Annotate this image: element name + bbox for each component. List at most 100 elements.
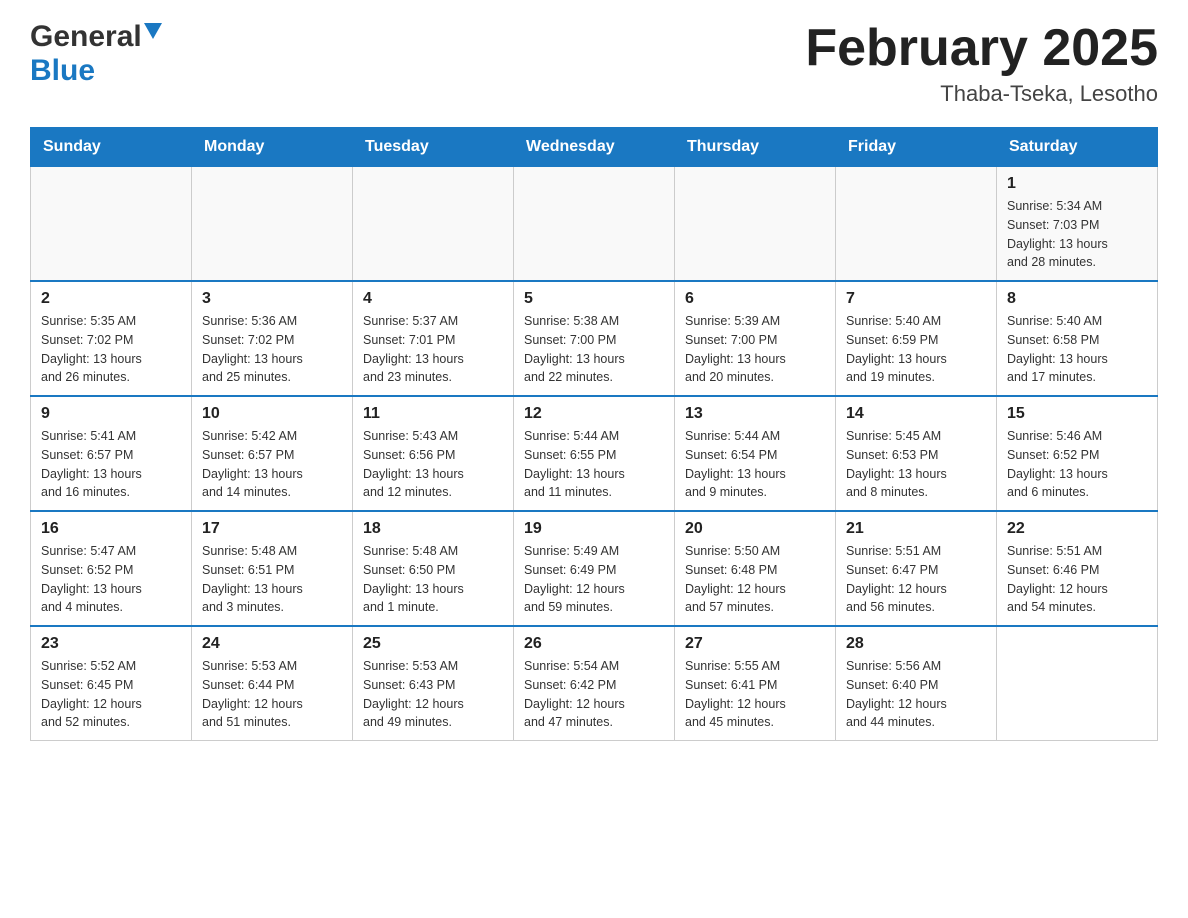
day-info: Sunrise: 5:47 AMSunset: 6:52 PMDaylight:… <box>41 542 181 617</box>
week-row-3: 9Sunrise: 5:41 AMSunset: 6:57 PMDaylight… <box>31 396 1158 511</box>
day-info: Sunrise: 5:40 AMSunset: 6:59 PMDaylight:… <box>846 312 986 387</box>
day-number: 21 <box>846 520 986 538</box>
day-info: Sunrise: 5:44 AMSunset: 6:54 PMDaylight:… <box>685 427 825 502</box>
day-number: 25 <box>363 635 503 653</box>
day-info: Sunrise: 5:42 AMSunset: 6:57 PMDaylight:… <box>202 427 342 502</box>
calendar-cell: 11 Sunrise: 5:43 AMSunset: 6:56 PMDayligh… <box>353 396 514 511</box>
calendar-cell: 13 Sunrise: 5:44 AMSunset: 6:54 PMDayligh… <box>675 396 836 511</box>
day-info: Sunrise: 5:55 AMSunset: 6:41 PMDaylight:… <box>685 657 825 732</box>
weekday-header-friday: Friday <box>836 128 997 167</box>
calendar-cell: 12 Sunrise: 5:44 AMSunset: 6:55 PMDayligh… <box>514 396 675 511</box>
day-info: Sunrise: 5:51 AMSunset: 6:46 PMDaylight:… <box>1007 542 1147 617</box>
day-info: Sunrise: 5:56 AMSunset: 6:40 PMDaylight:… <box>846 657 986 732</box>
calendar-table: SundayMondayTuesdayWednesdayThursdayFrid… <box>30 127 1158 741</box>
calendar-cell: 5Sunrise: 5:38 AMSunset: 7:00 PMDaylight… <box>514 281 675 396</box>
weekday-header-monday: Monday <box>192 128 353 167</box>
day-number: 15 <box>1007 405 1147 423</box>
calendar-cell: 18 Sunrise: 5:48 AMSunset: 6:50 PMDayligh… <box>353 511 514 626</box>
calendar-cell: 15 Sunrise: 5:46 AMSunset: 6:52 PMDayligh… <box>997 396 1158 511</box>
day-info: Sunrise: 5:44 AMSunset: 6:55 PMDaylight:… <box>524 427 664 502</box>
day-number: 13 <box>685 405 825 423</box>
day-info: Sunrise: 5:35 AMSunset: 7:02 PMDaylight:… <box>41 312 181 387</box>
day-number: 14 <box>846 405 986 423</box>
calendar-cell: 20 Sunrise: 5:50 AMSunset: 6:48 PMDayligh… <box>675 511 836 626</box>
calendar-cell: 16 Sunrise: 5:47 AMSunset: 6:52 PMDayligh… <box>31 511 192 626</box>
day-info: Sunrise: 5:53 AMSunset: 6:44 PMDaylight:… <box>202 657 342 732</box>
day-number: 16 <box>41 520 181 538</box>
day-info: Sunrise: 5:50 AMSunset: 6:48 PMDaylight:… <box>685 542 825 617</box>
day-number: 10 <box>202 405 342 423</box>
calendar-cell: 14 Sunrise: 5:45 AMSunset: 6:53 PMDayligh… <box>836 396 997 511</box>
day-info: Sunrise: 5:34 AMSunset: 7:03 PMDaylight:… <box>1007 197 1147 272</box>
page-header: General Blue February 2025 Thaba-Tseka, … <box>30 20 1158 107</box>
day-info: Sunrise: 5:54 AMSunset: 6:42 PMDaylight:… <box>524 657 664 732</box>
day-number: 20 <box>685 520 825 538</box>
day-number: 8 <box>1007 290 1147 308</box>
day-info: Sunrise: 5:48 AMSunset: 6:51 PMDaylight:… <box>202 542 342 617</box>
calendar-cell: 28 Sunrise: 5:56 AMSunset: 6:40 PMDayligh… <box>836 626 997 741</box>
logo: General Blue <box>30 20 162 88</box>
calendar-cell <box>836 167 997 282</box>
day-number: 4 <box>363 290 503 308</box>
calendar-cell <box>192 167 353 282</box>
day-number: 28 <box>846 635 986 653</box>
calendar-cell <box>675 167 836 282</box>
weekday-header-sunday: Sunday <box>31 128 192 167</box>
day-number: 17 <box>202 520 342 538</box>
week-row-4: 16 Sunrise: 5:47 AMSunset: 6:52 PMDayligh… <box>31 511 1158 626</box>
day-number: 11 <box>363 405 503 423</box>
weekday-header-wednesday: Wednesday <box>514 128 675 167</box>
logo-general-text: General <box>30 20 142 54</box>
day-number: 3 <box>202 290 342 308</box>
day-number: 22 <box>1007 520 1147 538</box>
weekday-header-saturday: Saturday <box>997 128 1158 167</box>
title-section: February 2025 Thaba-Tseka, Lesotho <box>805 20 1158 107</box>
day-number: 7 <box>846 290 986 308</box>
calendar-cell: 1 Sunrise: 5:34 AMSunset: 7:03 PMDaylight… <box>997 167 1158 282</box>
day-number: 19 <box>524 520 664 538</box>
calendar-cell: 21 Sunrise: 5:51 AMSunset: 6:47 PMDayligh… <box>836 511 997 626</box>
day-info: Sunrise: 5:37 AMSunset: 7:01 PMDaylight:… <box>363 312 503 387</box>
day-number: 2 <box>41 290 181 308</box>
day-number: 23 <box>41 635 181 653</box>
day-number: 26 <box>524 635 664 653</box>
day-number: 27 <box>685 635 825 653</box>
calendar-cell: 25 Sunrise: 5:53 AMSunset: 6:43 PMDayligh… <box>353 626 514 741</box>
logo-arrow-icon <box>144 23 162 46</box>
calendar-cell: 8Sunrise: 5:40 AMSunset: 6:58 PMDaylight… <box>997 281 1158 396</box>
calendar-cell: 17 Sunrise: 5:48 AMSunset: 6:51 PMDayligh… <box>192 511 353 626</box>
day-number: 5 <box>524 290 664 308</box>
calendar-cell: 26 Sunrise: 5:54 AMSunset: 6:42 PMDayligh… <box>514 626 675 741</box>
calendar-cell: 22 Sunrise: 5:51 AMSunset: 6:46 PMDayligh… <box>997 511 1158 626</box>
day-info: Sunrise: 5:48 AMSunset: 6:50 PMDaylight:… <box>363 542 503 617</box>
week-row-1: 1 Sunrise: 5:34 AMSunset: 7:03 PMDaylight… <box>31 167 1158 282</box>
calendar-cell <box>353 167 514 282</box>
day-number: 12 <box>524 405 664 423</box>
calendar-cell <box>997 626 1158 741</box>
calendar-header-row: SundayMondayTuesdayWednesdayThursdayFrid… <box>31 128 1158 167</box>
calendar-cell: 9Sunrise: 5:41 AMSunset: 6:57 PMDaylight… <box>31 396 192 511</box>
week-row-2: 2 Sunrise: 5:35 AMSunset: 7:02 PMDaylight… <box>31 281 1158 396</box>
day-number: 24 <box>202 635 342 653</box>
day-number: 18 <box>363 520 503 538</box>
calendar-cell: 24 Sunrise: 5:53 AMSunset: 6:44 PMDayligh… <box>192 626 353 741</box>
calendar-cell: 27 Sunrise: 5:55 AMSunset: 6:41 PMDayligh… <box>675 626 836 741</box>
day-info: Sunrise: 5:46 AMSunset: 6:52 PMDaylight:… <box>1007 427 1147 502</box>
calendar-cell <box>31 167 192 282</box>
weekday-header-thursday: Thursday <box>675 128 836 167</box>
day-number: 1 <box>1007 175 1147 193</box>
calendar-cell: 6Sunrise: 5:39 AMSunset: 7:00 PMDaylight… <box>675 281 836 396</box>
calendar-cell: 10 Sunrise: 5:42 AMSunset: 6:57 PMDayligh… <box>192 396 353 511</box>
day-info: Sunrise: 5:53 AMSunset: 6:43 PMDaylight:… <box>363 657 503 732</box>
weekday-header-tuesday: Tuesday <box>353 128 514 167</box>
day-info: Sunrise: 5:51 AMSunset: 6:47 PMDaylight:… <box>846 542 986 617</box>
day-number: 6 <box>685 290 825 308</box>
calendar-cell <box>514 167 675 282</box>
logo-blue-text: Blue <box>30 54 95 87</box>
calendar-cell: 23Sunrise: 5:52 AMSunset: 6:45 PMDayligh… <box>31 626 192 741</box>
day-info: Sunrise: 5:41 AMSunset: 6:57 PMDaylight:… <box>41 427 181 502</box>
day-info: Sunrise: 5:36 AMSunset: 7:02 PMDaylight:… <box>202 312 342 387</box>
day-info: Sunrise: 5:43 AMSunset: 6:56 PMDaylight:… <box>363 427 503 502</box>
day-info: Sunrise: 5:45 AMSunset: 6:53 PMDaylight:… <box>846 427 986 502</box>
week-row-5: 23Sunrise: 5:52 AMSunset: 6:45 PMDayligh… <box>31 626 1158 741</box>
